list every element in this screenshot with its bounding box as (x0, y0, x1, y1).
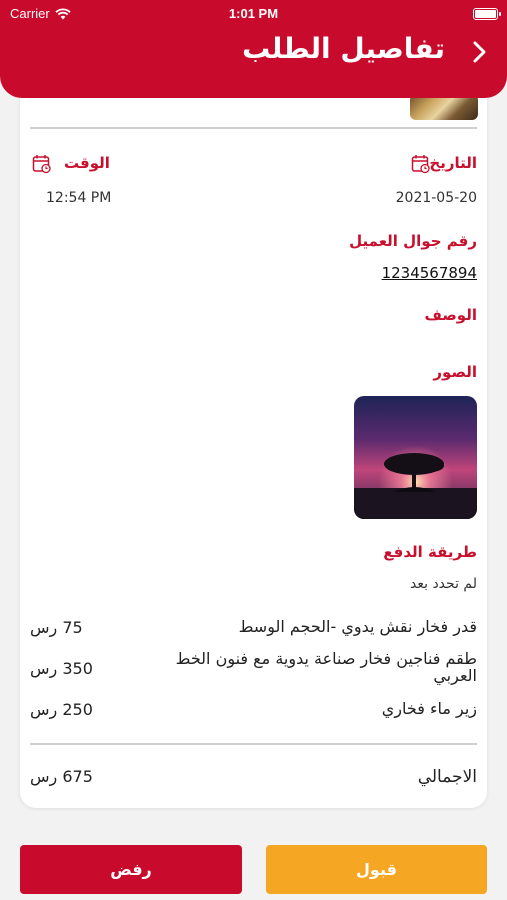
phone-label: رقم جوال العميل (349, 232, 477, 250)
photos-label: الصور (433, 363, 477, 381)
divider (30, 743, 477, 745)
status-bar: Carrier 1:01 PM (0, 6, 507, 24)
time-label: الوقت (64, 154, 110, 172)
accept-button[interactable]: قبول (266, 845, 487, 894)
list-item: زير ماء فخاري 250 رس (30, 700, 477, 722)
total-value: 675 رس (30, 767, 93, 786)
list-item: طقم فناجين فخار صناعة يدوية مع فنون الخط… (30, 650, 477, 690)
item-name: طقم فناجين فخار صناعة يدوية مع فنون الخط… (175, 649, 477, 685)
calendar-icon (411, 155, 430, 174)
item-name: قدر فخار نقش يدوي -الحجم الوسط (238, 617, 477, 636)
payment-value: لم تحدد بعد (410, 576, 477, 592)
list-item: قدر فخار نقش يدوي -الحجم الوسط 75 رس (30, 618, 477, 640)
payment-label: طريقة الدفع (383, 543, 477, 561)
item-price: 75 رس (30, 618, 83, 637)
date-label: التاريخ (429, 154, 477, 172)
page-title: تفاصيل الطلب (242, 32, 445, 65)
total-label: الاجمالي (417, 767, 477, 787)
order-photo[interactable] (354, 396, 477, 519)
item-price: 350 رس (30, 659, 93, 678)
item-price: 250 رس (30, 700, 93, 719)
battery-icon (473, 8, 501, 20)
description-label: الوصف (424, 306, 477, 324)
time-value: 12:54 PM (46, 190, 112, 206)
reject-button[interactable]: رفض (20, 845, 242, 894)
back-chevron-icon[interactable] (471, 40, 489, 64)
calendar-clock-icon (32, 155, 51, 174)
divider (30, 127, 477, 129)
order-details-card: التاريخ 2021-05-20 الوقت 12:54 PM رقم جو… (20, 70, 487, 808)
app-header: Carrier 1:01 PM تفاصيل الطلب (0, 0, 507, 98)
date-value: 2021-05-20 (395, 190, 477, 206)
tree-sunset-image (354, 396, 477, 519)
phone-link[interactable]: 1234567894 (382, 264, 477, 282)
status-time: 1:01 PM (228, 6, 279, 21)
title-bar: تفاصيل الطلب (0, 30, 507, 74)
item-name: زير ماء فخاري (381, 699, 477, 718)
